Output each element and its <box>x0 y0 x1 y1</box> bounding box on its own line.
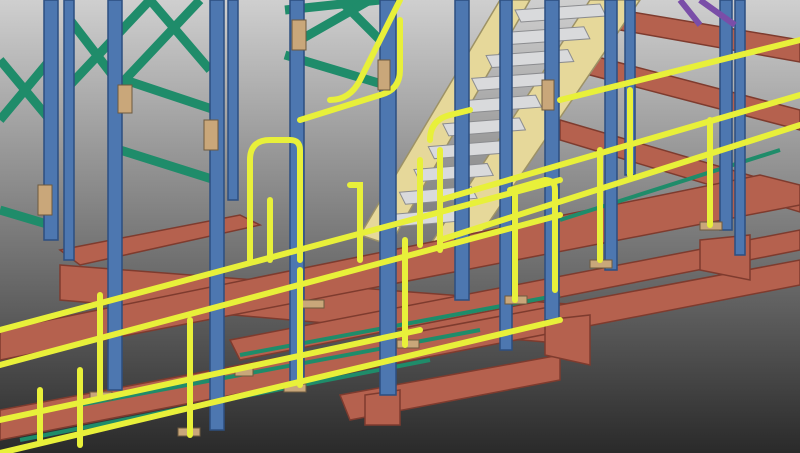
3d-model-viewport[interactable] <box>0 0 800 453</box>
steel-column <box>227 0 239 201</box>
steel-column <box>734 0 746 256</box>
steel-column <box>454 0 470 301</box>
steel-column <box>604 0 618 271</box>
steel-structure-render <box>0 0 800 453</box>
steel-column <box>209 0 225 431</box>
steel-column <box>63 0 75 261</box>
